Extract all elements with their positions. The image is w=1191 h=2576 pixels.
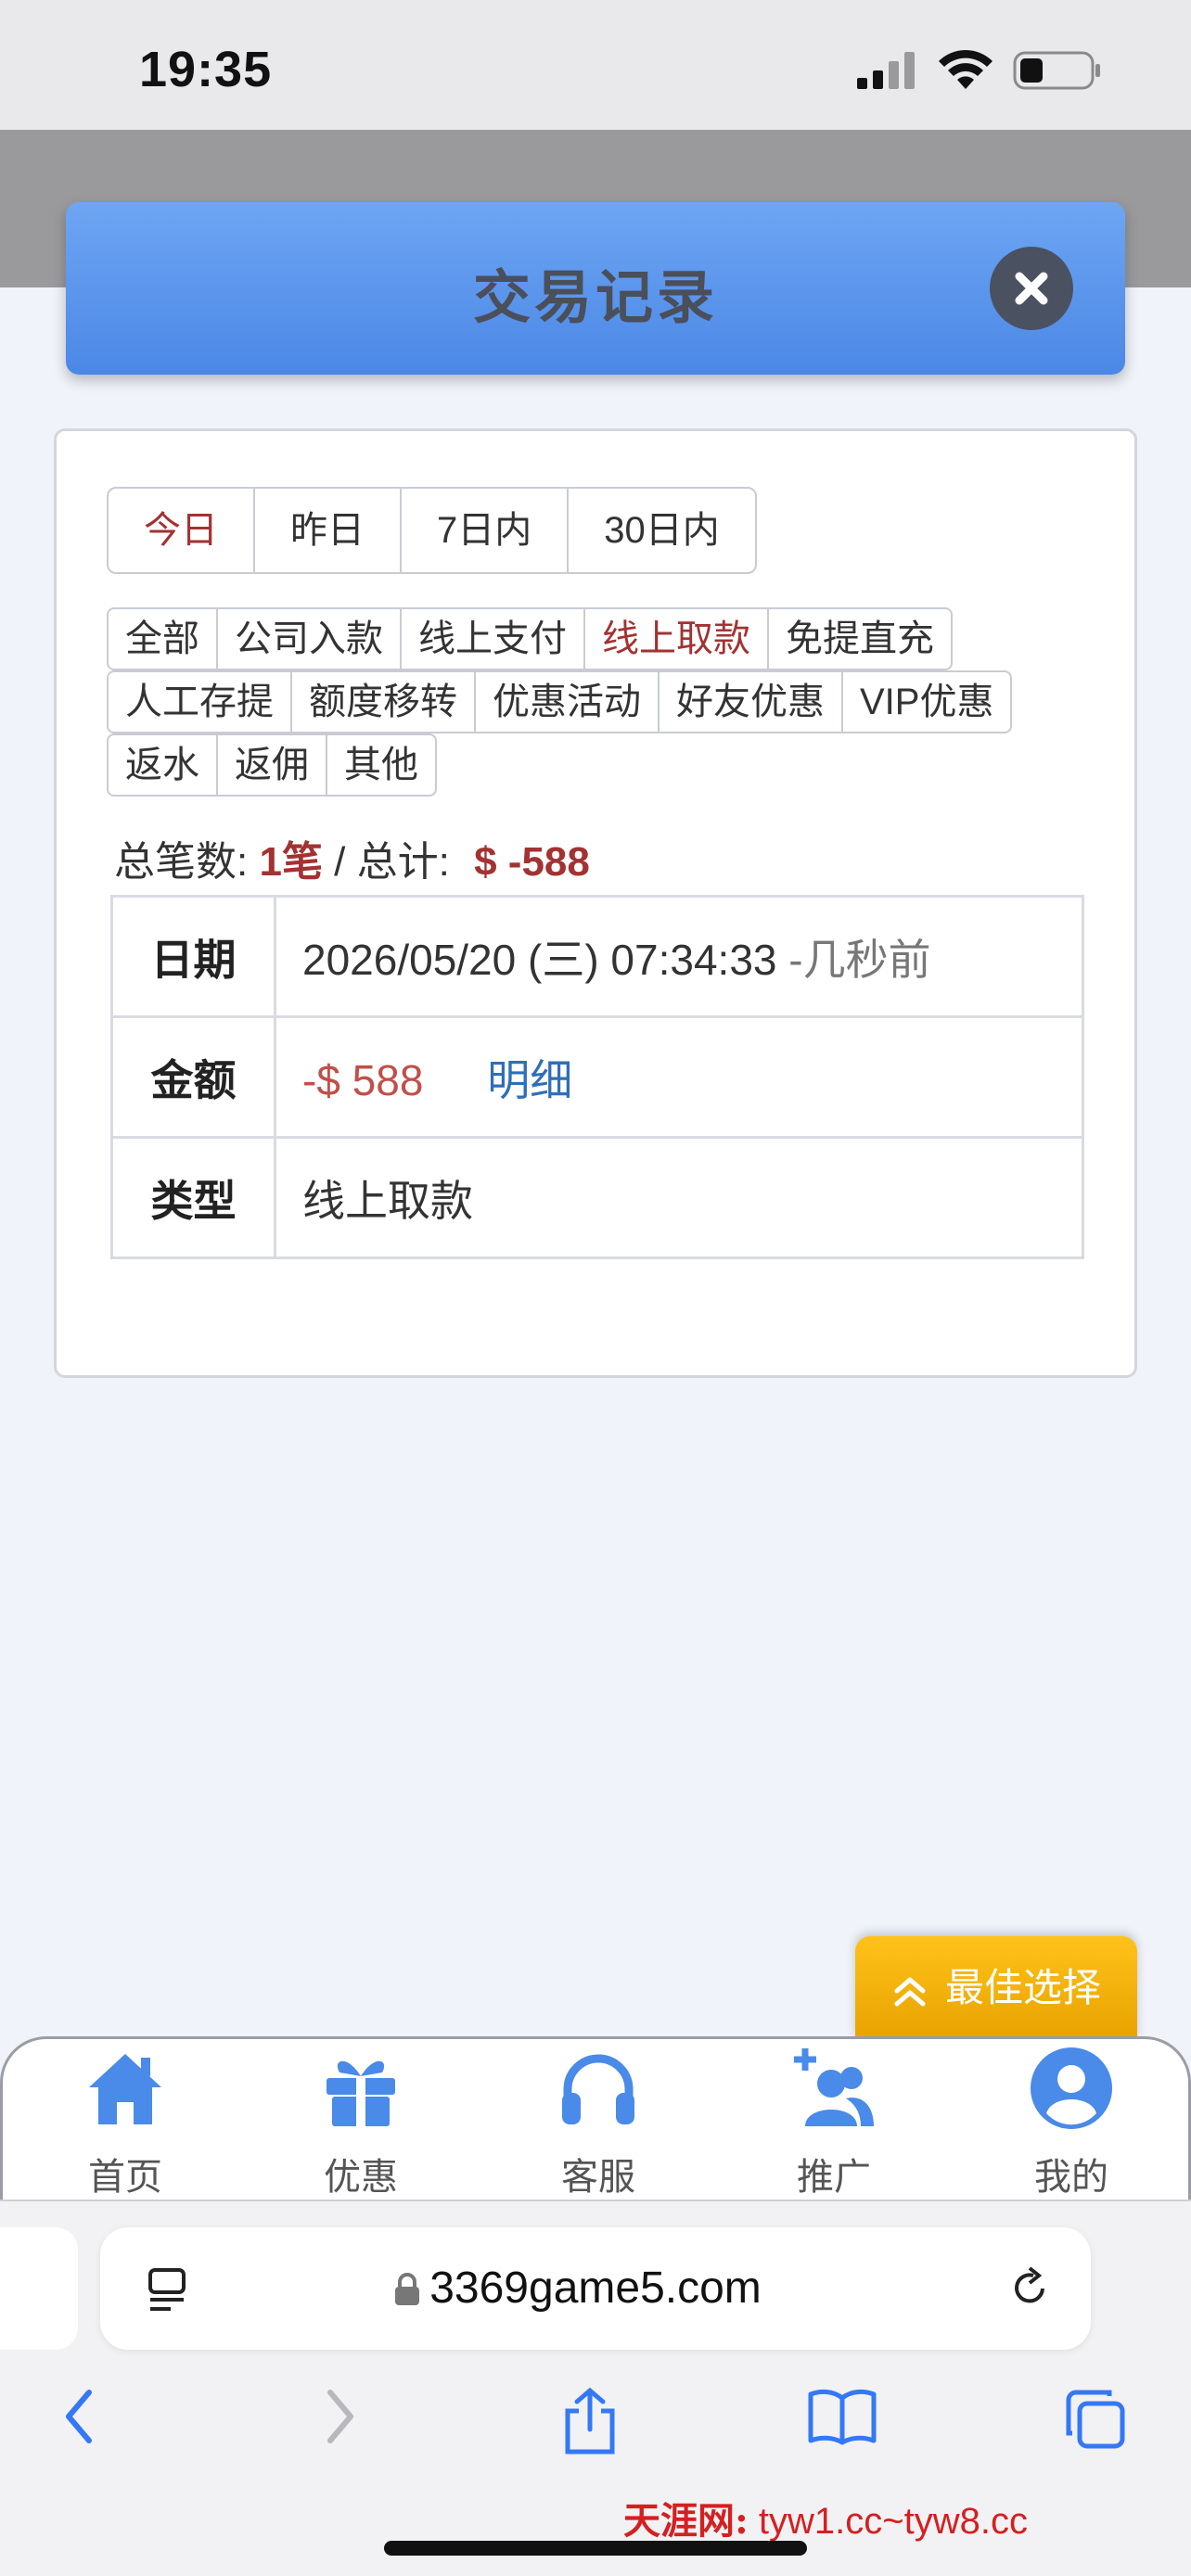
filter-rebate[interactable]: 返水 [107,733,218,797]
filter-direct-recharge[interactable]: 免提直充 [767,607,953,670]
filter-company-deposit[interactable]: 公司入款 [216,607,402,670]
close-button[interactable] [990,247,1073,330]
date-cell: 2026/05/20 (三) 07:34:33 -几秒前 [274,895,1084,1018]
home-indicator [384,2541,807,2556]
best-choice-label: 最佳选择 [944,1966,1101,2009]
forward-icon[interactable] [319,2387,360,2446]
nav-profile[interactable]: 我的 [988,2039,1155,2202]
filter-row: 全部 公司入款 线上支付 线上取款 免提直充 [107,607,1090,670]
watermark-cn: 天涯网: [623,2499,749,2543]
reload-icon[interactable] [1005,2264,1054,2313]
amount-label: 金额 [110,1015,276,1139]
modal-header: 交易记录 [66,202,1125,375]
nav-label: 我的 [1034,2157,1108,2198]
nav-home[interactable]: 首页 [42,2039,209,2202]
filter-other[interactable]: 其他 [326,733,437,797]
best-choice-button[interactable]: 最佳选择 [855,1936,1137,2040]
url-text: 3369game5.com [429,2264,762,2313]
filter-online-payment[interactable]: 线上支付 [400,607,585,670]
share-icon[interactable] [560,2387,620,2455]
headphones-icon [562,2054,634,2124]
back-icon[interactable] [59,2387,100,2446]
nav-label: 首页 [88,2157,162,2198]
date-value: 2026/05/20 (三) 07:34:33 [302,935,777,984]
type-value: 线上取款 [274,1136,1084,1259]
tab-today[interactable]: 今日 [109,489,255,572]
nav-label: 推广 [797,2157,871,2198]
filter-friend-bonus[interactable]: 好友优惠 [658,670,843,733]
date-label: 日期 [110,895,276,1018]
status-time: 19:35 [139,42,273,97]
filter-quota-transfer[interactable]: 额度移转 [290,670,476,733]
total-label: 总计: [356,839,450,885]
records-card: 今日 昨日 7日内 30日内 全部 公司入款 线上支付 线上取款 免提直充 人工… [54,428,1137,1378]
home-icon [89,2054,161,2124]
amount-cell: -$ 588 明细 [274,1015,1084,1139]
table-row: 日期 2026/05/20 (三) 07:34:33 -几秒前 [110,895,1084,1018]
wifi-icon [939,49,992,89]
tab-yesterday[interactable]: 昨日 [255,489,402,572]
nav-referral[interactable]: 推广 [750,2039,917,2202]
amount-value: -$ 588 [302,1055,424,1104]
filter-manual-deposit-withdraw[interactable]: 人工存提 [107,670,292,733]
filter-all[interactable]: 全部 [107,607,218,670]
battery-icon [1013,51,1100,90]
records-summary: 总笔数: 1笔 / 总计: $ -588 [114,828,590,887]
filter-online-withdrawal[interactable]: 线上取款 [583,607,769,670]
detail-link[interactable]: 明细 [487,1056,572,1104]
page-title: 交易记录 [472,266,718,330]
type-label: 类型 [110,1136,276,1259]
user-icon [1031,2047,1112,2129]
watermark: 天涯网: tyw1.cc~tyw8.cc [623,2491,1028,2544]
status-bar: 19:35 [0,0,1191,130]
close-icon [1015,272,1048,305]
add-user-icon [794,2048,874,2126]
filter-row: 人工存提 额度移转 优惠活动 好友优惠 VIP优惠 [107,670,1090,733]
bottom-nav: 首页 优惠 客服 推广 我的 [0,2036,1191,2200]
previous-tab[interactable] [0,2227,78,2350]
total-value: $ -588 [474,839,590,885]
filter-commission[interactable]: 返佣 [216,733,327,797]
bookmarks-icon[interactable] [807,2387,877,2446]
nav-promotions[interactable]: 优惠 [277,2039,444,2202]
filter-row: 返水 返佣 其他 [107,733,1090,797]
filter-promotions[interactable]: 优惠活动 [474,670,660,733]
watermark-url: tyw1.cc~tyw8.cc [758,2501,1028,2542]
table-row: 金额 -$ 588 明细 [110,1015,1084,1139]
summary-separator: / [322,839,357,885]
tab-30-days[interactable]: 30日内 [569,489,755,572]
browser-toolbar: 3369game5.com 天涯网: tyw1.cc~tyw8.cc [0,2200,1191,2576]
count-value: 1笔 [259,839,323,885]
date-tabs: 今日 昨日 7日内 30日内 [107,487,757,574]
filter-vip-bonus[interactable]: VIP优惠 [841,670,1013,733]
count-label: 总笔数: [114,839,249,885]
nav-label: 客服 [561,2157,635,2198]
nav-label: 优惠 [324,2157,398,2198]
cellular-signal-icon [857,52,915,89]
tab-7-days[interactable]: 7日内 [402,489,570,572]
gift-icon [327,2060,395,2126]
address-bar[interactable]: 3369game5.com [100,2227,1091,2350]
nav-support[interactable]: 客服 [515,2039,682,2202]
type-filters: 全部 公司入款 线上支付 线上取款 免提直充 人工存提 额度移转 优惠活动 好友… [107,607,1090,797]
tabs-icon[interactable] [1063,2387,1128,2452]
table-row: 类型 线上取款 [110,1136,1084,1259]
record-table: 日期 2026/05/20 (三) 07:34:33 -几秒前 金额 -$ 58… [110,895,1084,1259]
double-chevron-up-icon [894,1977,926,2007]
date-relative: -几秒前 [788,935,931,984]
